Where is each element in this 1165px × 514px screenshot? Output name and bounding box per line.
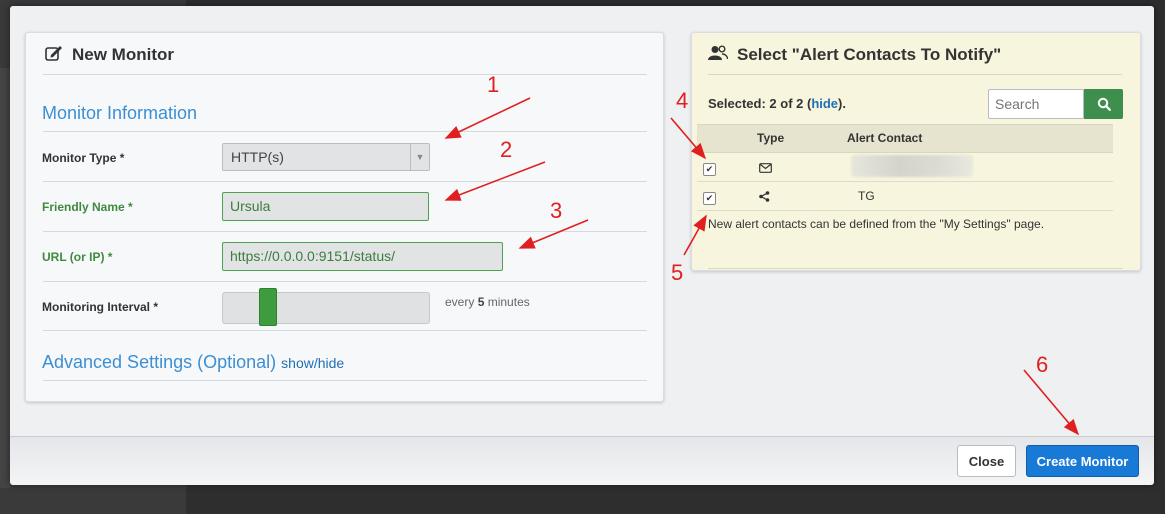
annotation-arrows (444, 97, 1080, 436)
arrow-1 (444, 97, 531, 139)
arrow-2 (444, 161, 546, 201)
annotation-label-6: 6 (1036, 352, 1049, 377)
arrow-3 (518, 219, 589, 249)
annotation-label-4: 4 (676, 88, 689, 113)
annotation-label-2: 2 (500, 137, 513, 162)
annotation-label-5: 5 (671, 260, 684, 285)
arrow-5 (683, 214, 707, 256)
arrow-4 (670, 117, 707, 160)
annotation-label-1: 1 (487, 72, 500, 97)
annotation-label-3: 3 (550, 198, 563, 223)
arrow-6 (1023, 369, 1080, 436)
